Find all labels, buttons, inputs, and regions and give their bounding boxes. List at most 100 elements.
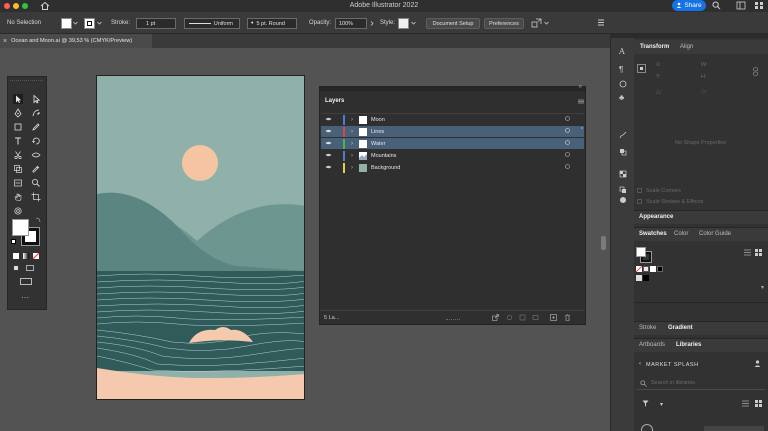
more-tools-icon[interactable]: ··· bbox=[21, 293, 29, 302]
library-item-thumbnail[interactable] bbox=[641, 424, 653, 431]
export-icon[interactable] bbox=[492, 314, 499, 323]
shear-field[interactable]: ◇: bbox=[701, 89, 707, 95]
opacity-field[interactable]: 100% bbox=[335, 18, 367, 29]
pencil-tool-icon[interactable] bbox=[31, 122, 41, 132]
layer-row-lines[interactable]: › Lines bbox=[321, 126, 584, 137]
opentype-panel-icon[interactable] bbox=[619, 80, 627, 90]
chevron-right-icon[interactable]: › bbox=[351, 117, 353, 123]
chevron-left-icon[interactable]: ‹ bbox=[639, 361, 641, 367]
resize-grip[interactable] bbox=[446, 319, 460, 321]
hand-tool-icon[interactable] bbox=[13, 192, 23, 202]
panel-header-bar[interactable]: » bbox=[320, 84, 585, 91]
target-icon[interactable] bbox=[565, 152, 570, 159]
swatch-white[interactable] bbox=[650, 266, 656, 272]
type-tool-icon[interactable] bbox=[13, 136, 23, 146]
blend-tool-icon[interactable] bbox=[13, 206, 23, 216]
collaborate-icon[interactable] bbox=[753, 359, 762, 370]
shape-builder-tool-icon[interactable] bbox=[13, 164, 23, 174]
layer-row-mountains[interactable]: › Mountains bbox=[321, 150, 584, 161]
swatch-fill[interactable] bbox=[636, 247, 646, 257]
rotate-tool-icon[interactable] bbox=[31, 136, 41, 146]
constrain-link-icon[interactable] bbox=[752, 67, 759, 78]
character-panel-icon[interactable]: A bbox=[619, 47, 625, 56]
layer-row-moon[interactable]: › Moon bbox=[321, 114, 584, 125]
pen-tool-icon[interactable] bbox=[13, 108, 23, 118]
layer-row-background[interactable]: › Background bbox=[321, 162, 584, 173]
x-field[interactable]: X: bbox=[656, 62, 661, 68]
new-sublayer-icon[interactable] bbox=[532, 314, 539, 323]
fill-color-swatch[interactable] bbox=[12, 219, 29, 236]
artboard-tool-icon[interactable] bbox=[31, 192, 41, 202]
tab-color-guide[interactable]: Color Guide bbox=[699, 231, 731, 237]
fill-swatch[interactable] bbox=[61, 18, 72, 29]
new-layer-icon[interactable] bbox=[550, 314, 557, 323]
trash-icon[interactable] bbox=[564, 314, 571, 323]
tab-stroke[interactable]: Stroke bbox=[639, 325, 656, 331]
eye-icon[interactable] bbox=[321, 129, 335, 135]
preferences-button[interactable]: Preferences bbox=[484, 18, 524, 29]
zoom-tool-icon[interactable] bbox=[31, 178, 41, 188]
tab-align[interactable]: Align bbox=[680, 44, 693, 50]
close-tab-icon[interactable]: × bbox=[3, 38, 7, 45]
workspace-icon[interactable] bbox=[754, 1, 764, 12]
eye-icon[interactable] bbox=[321, 141, 335, 147]
club-symbols-icon[interactable]: ♣ bbox=[619, 93, 624, 102]
tab-libraries[interactable]: Libraries bbox=[676, 342, 701, 348]
panel-grip[interactable] bbox=[10, 78, 44, 81]
eye-icon[interactable] bbox=[321, 165, 335, 171]
tab-gradient[interactable]: Gradient bbox=[668, 325, 693, 331]
swatch-scroll-icon[interactable]: ▾ bbox=[761, 284, 764, 291]
target-icon[interactable] bbox=[565, 116, 570, 123]
w-field[interactable]: W: bbox=[701, 62, 708, 68]
symbols-panel-icon[interactable] bbox=[619, 196, 627, 206]
chevron-right-icon[interactable]: › bbox=[351, 141, 353, 147]
transparency-panel-icon[interactable] bbox=[619, 170, 627, 180]
chevron-right-icon[interactable]: › bbox=[351, 129, 353, 135]
rectangle-tool-icon[interactable] bbox=[13, 122, 23, 132]
tab-color[interactable]: Color bbox=[674, 231, 688, 237]
chevron-down-icon[interactable] bbox=[544, 21, 549, 27]
rotate-field[interactable]: △: bbox=[656, 89, 662, 95]
brushes-panel-icon[interactable] bbox=[619, 131, 627, 141]
grid-view-icon[interactable] bbox=[755, 400, 762, 409]
default-colors-icon[interactable] bbox=[11, 239, 16, 244]
list-view-icon[interactable] bbox=[742, 400, 749, 409]
target-icon[interactable] bbox=[565, 164, 570, 171]
chevron-down-icon[interactable] bbox=[73, 21, 78, 27]
locate-object-icon[interactable] bbox=[506, 314, 513, 323]
scale-strokes-checkbox[interactable] bbox=[637, 199, 642, 204]
tab-transform[interactable]: Transform bbox=[640, 44, 669, 50]
document-tab[interactable]: × Ocean and Moon.ai @ 39,53 % (CMYK/Prev… bbox=[0, 34, 152, 48]
stroke-weight-field[interactable]: 1 pt bbox=[136, 18, 176, 29]
graphic-style-swatch[interactable] bbox=[398, 18, 409, 29]
layout-icon[interactable] bbox=[736, 1, 746, 12]
stroke-swatch[interactable] bbox=[84, 18, 95, 29]
tab-swatches[interactable]: Swatches bbox=[639, 231, 667, 237]
h-field[interactable]: H: bbox=[701, 74, 707, 80]
swatch-grey[interactable] bbox=[636, 275, 642, 281]
scale-corners-checkbox[interactable] bbox=[637, 188, 642, 193]
share-button[interactable]: Share bbox=[672, 0, 706, 11]
target-icon[interactable] bbox=[565, 140, 570, 147]
grid-view-icon[interactable] bbox=[755, 249, 762, 258]
eyedropper-tool-icon[interactable] bbox=[31, 164, 41, 174]
artboard[interactable] bbox=[96, 75, 305, 400]
swap-colors-icon[interactable] bbox=[35, 217, 41, 225]
sort-chevron-icon[interactable]: ▾ bbox=[660, 401, 663, 408]
filter-icon[interactable] bbox=[642, 400, 649, 409]
document-setup-button[interactable]: Document Setup bbox=[426, 18, 480, 29]
gradient-tool-icon[interactable] bbox=[13, 178, 23, 188]
tab-artboards[interactable]: Artboards bbox=[639, 342, 665, 348]
paragraph-panel-icon[interactable]: ¶ bbox=[619, 65, 623, 74]
reference-point-icon[interactable] bbox=[637, 64, 646, 73]
chevron-down-icon[interactable] bbox=[97, 21, 102, 27]
color-mode-icon[interactable] bbox=[13, 253, 19, 259]
swatch-black-2[interactable] bbox=[643, 275, 649, 281]
draw-normal-icon[interactable] bbox=[13, 265, 19, 271]
curvature-tool-icon[interactable] bbox=[31, 108, 41, 118]
canvas-scrollbar[interactable] bbox=[601, 236, 606, 250]
none-mode-icon[interactable] bbox=[32, 252, 40, 260]
arrange-icon[interactable] bbox=[531, 18, 543, 31]
panel-menu-icon[interactable] bbox=[578, 99, 584, 106]
variable-width-profile[interactable]: Uniform bbox=[184, 18, 240, 29]
